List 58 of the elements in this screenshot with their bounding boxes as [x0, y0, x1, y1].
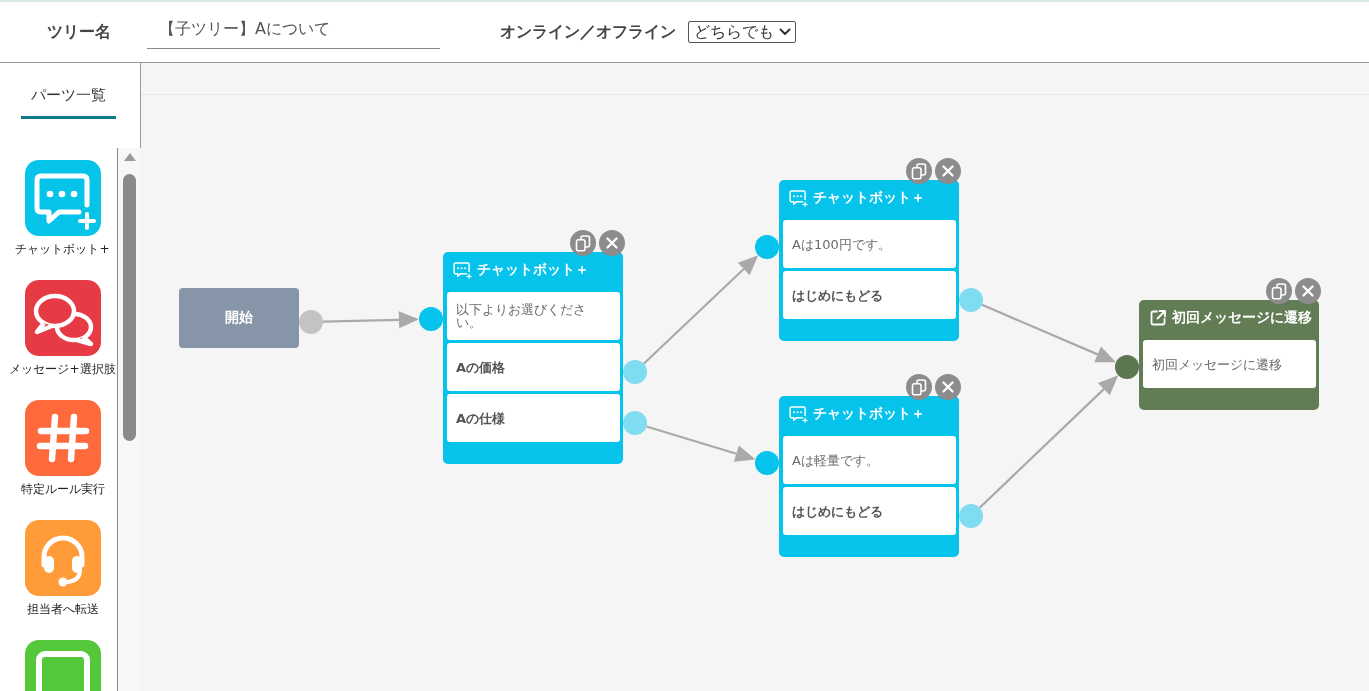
- close-button[interactable]: [1295, 278, 1321, 304]
- message-text: 初回メッセージに遷移: [1143, 340, 1316, 388]
- copy-icon: [1271, 282, 1287, 300]
- speech-bubbles-icon[interactable]: [24, 280, 101, 356]
- copy-button[interactable]: [906, 158, 932, 184]
- close-icon: [942, 165, 954, 177]
- part-label: 特定ルール実行: [20, 482, 105, 496]
- message-text: Aは100円です。: [783, 220, 956, 268]
- node-title: チャットボット＋: [477, 261, 589, 279]
- part-label: チャットボット+: [15, 242, 110, 256]
- copy-icon: [911, 378, 927, 396]
- node-title: チャットボット＋: [813, 189, 925, 207]
- chat-bubble-plus-icon: [453, 261, 472, 279]
- message-text: 以下よりお選びください。: [447, 292, 620, 340]
- scrollbar-thumb[interactable]: [123, 174, 136, 441]
- close-icon: [1302, 285, 1314, 297]
- parts-tab[interactable]: パーツ一覧: [21, 84, 116, 119]
- close-button[interactable]: [599, 230, 625, 256]
- chat-bubble-plus-icon: [789, 189, 808, 207]
- copy-icon: [575, 234, 591, 252]
- headset-icon[interactable]: [24, 520, 101, 596]
- output-port[interactable]: [623, 360, 647, 384]
- part-label: 担当者へ転送: [26, 602, 99, 616]
- choice-option: Aの価格: [447, 343, 620, 391]
- close-button[interactable]: [935, 158, 961, 184]
- node-title: 初回メッセージに遷移: [1172, 309, 1312, 327]
- start-node: 開始: [179, 288, 299, 348]
- choice-option: はじめにもどる: [783, 271, 956, 319]
- online-filter-select[interactable]: どちらでも: [688, 21, 796, 43]
- copy-icon: [911, 162, 927, 180]
- output-port[interactable]: [959, 504, 983, 528]
- close-icon: [942, 381, 954, 393]
- node-title: チャットボット＋: [813, 405, 925, 423]
- copy-button[interactable]: [570, 230, 596, 256]
- output-port[interactable]: [623, 411, 647, 435]
- close-icon: [606, 237, 618, 249]
- input-port[interactable]: [755, 235, 779, 259]
- scroll-up-arrow-icon[interactable]: [123, 153, 136, 161]
- chat-bubble-plus-icon[interactable]: [24, 160, 101, 236]
- input-port[interactable]: [1115, 355, 1139, 379]
- output-port[interactable]: [299, 310, 323, 334]
- chat-bubble-plus-icon: [789, 405, 808, 423]
- external-link-icon: [1149, 309, 1167, 327]
- close-button[interactable]: [935, 374, 961, 400]
- output-port[interactable]: [959, 288, 983, 312]
- choice-option: Aの仕様: [447, 394, 620, 442]
- part-label: メッセージ+選択肢: [9, 362, 116, 376]
- tree-name-label: ツリー名: [47, 21, 111, 43]
- choice-option: はじめにもどる: [783, 487, 956, 535]
- copy-button[interactable]: [906, 374, 932, 400]
- online-filter-label: オンライン／オフライン: [500, 21, 676, 43]
- input-port[interactable]: [755, 451, 779, 475]
- message-text: Aは軽量です。: [783, 436, 956, 484]
- input-port[interactable]: [419, 307, 443, 331]
- copy-button[interactable]: [1266, 278, 1292, 304]
- chevron-down-icon: [779, 28, 791, 36]
- hash-icon[interactable]: [24, 400, 101, 476]
- tree-name-input[interactable]: 【子ツリー】Aについて: [147, 15, 440, 49]
